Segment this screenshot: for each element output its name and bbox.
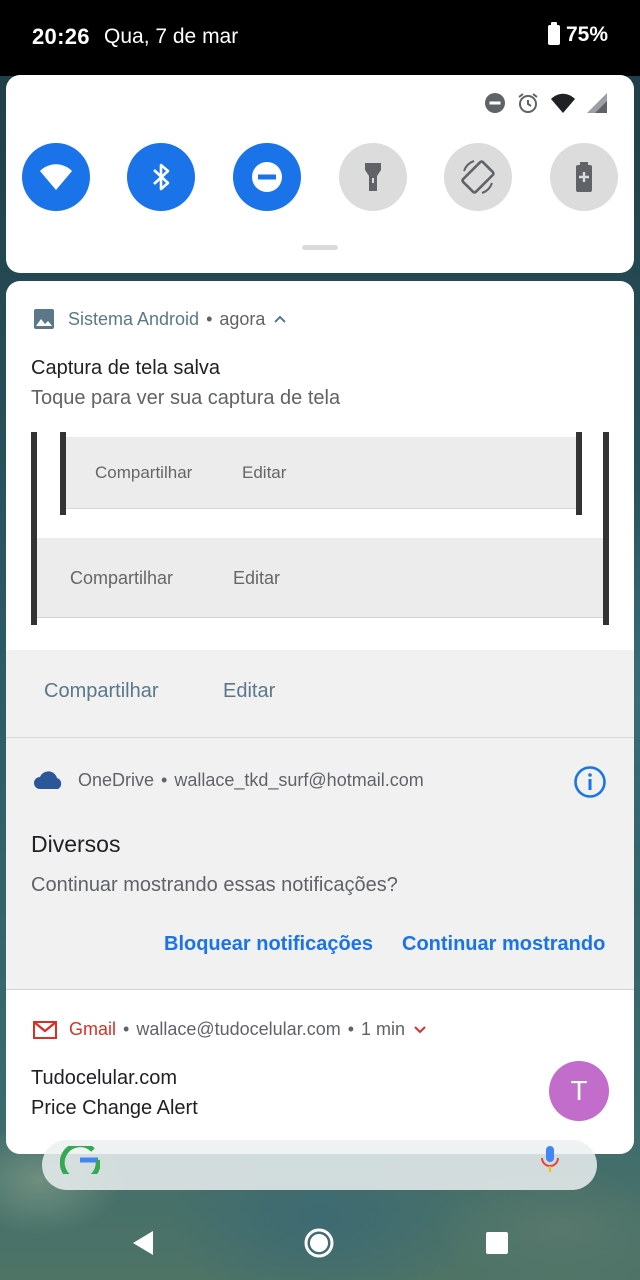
back-button[interactable] <box>125 1225 161 1261</box>
home-icon <box>304 1228 334 1258</box>
app-name: Gmail <box>69 1019 117 1039</box>
wifi-icon <box>40 164 72 190</box>
flashlight-icon <box>365 163 381 191</box>
gmail-app-row: Gmail • wallace@tudocelular.com • 1 min <box>33 1019 427 1040</box>
auto-rotate-icon <box>461 160 495 194</box>
account-email: wallace_tkd_surf@hotmail.com <box>174 769 424 790</box>
separator: • <box>161 769 168 790</box>
recents-icon <box>486 1232 508 1254</box>
quick-settings-tiles <box>22 143 622 211</box>
battery-icon <box>547 22 560 45</box>
status-bar: 20:26 Qua, 7 de mar 75% <box>0 0 640 76</box>
chevron-up-icon[interactable] <box>273 314 287 324</box>
google-logo-icon <box>60 1146 100 1174</box>
preview-outer-edit: Editar <box>233 568 281 588</box>
cell-signal-icon <box>587 93 607 113</box>
do-not-disturb-icon <box>252 162 282 192</box>
timestamp: agora <box>219 308 266 329</box>
app-name: Sistema Android <box>68 308 200 329</box>
qs-status-icons <box>484 91 608 115</box>
onedrive-cloud-icon <box>34 771 62 789</box>
screenshot-actions: Compartilhar Editar <box>6 650 634 738</box>
app-name: OneDrive <box>78 769 155 790</box>
notification-title: Captura de tela salva <box>31 357 221 379</box>
flashlight-tile[interactable] <box>339 143 407 211</box>
notification-title: Diversos <box>31 831 121 857</box>
navigation-bar <box>0 1200 640 1280</box>
screenshot-preview[interactable]: Compartilhar Editar Compartilhar Editar <box>31 432 609 625</box>
onedrive-app-row: OneDrive • wallace_tkd_surf@hotmail.com <box>32 769 424 791</box>
share-button[interactable]: Compartilhar <box>44 680 158 703</box>
info-icon[interactable] <box>573 765 607 799</box>
image-icon <box>34 309 54 329</box>
separator: • <box>206 308 213 329</box>
microphone-icon <box>541 1146 559 1172</box>
preview-border-right <box>603 432 609 625</box>
timestamp: 1 min <box>361 1019 406 1039</box>
do-not-disturb-tile[interactable] <box>233 143 301 211</box>
preview-inner-share: Compartilhar <box>95 463 193 482</box>
gmail-icon <box>33 1020 57 1039</box>
screenshot-app-row: Sistema Android • agora <box>33 308 287 330</box>
avatar: T <box>549 1061 609 1121</box>
back-icon <box>133 1231 153 1255</box>
block-notifications-button[interactable]: Bloquear notificações <box>164 933 373 956</box>
notification-panel: Sistema Android • agora Captura de tela … <box>6 281 634 1154</box>
preview-inner-edit: Editar <box>242 463 287 482</box>
battery-saver-tile[interactable] <box>550 143 618 211</box>
recents-button[interactable] <box>479 1225 515 1261</box>
separator: • <box>347 1019 355 1039</box>
notification-text: Price Change Alert <box>31 1097 198 1119</box>
gmail-notification[interactable]: Gmail • wallace@tudocelular.com • 1 min … <box>6 990 634 1154</box>
bluetooth-tile[interactable] <box>127 143 195 211</box>
account-email: wallace@tudocelular.com <box>136 1019 341 1039</box>
preview-inner-actions: Compartilhar Editar <box>66 437 576 509</box>
wifi-tile[interactable] <box>22 143 90 211</box>
separator: • <box>123 1019 130 1039</box>
bluetooth-icon <box>153 163 170 191</box>
edit-button[interactable]: Editar <box>223 680 275 703</box>
preview-outer-share: Compartilhar <box>70 568 174 588</box>
onedrive-notification[interactable]: OneDrive • wallace_tkd_surf@hotmail.com … <box>6 738 634 990</box>
preview-inner-border-right <box>576 432 582 515</box>
clock: 20:26 <box>32 24 90 49</box>
alarm-icon <box>518 93 538 113</box>
do-not-disturb-icon <box>485 93 505 113</box>
drag-handle[interactable] <box>302 245 338 250</box>
preview-outer-actions: Compartilhar Editar <box>37 538 603 618</box>
home-search-bar[interactable] <box>42 1140 597 1190</box>
notification-text: Toque para ver sua captura de tela <box>31 387 341 409</box>
wifi-signal-icon <box>551 93 575 113</box>
battery-saver-icon <box>576 162 592 192</box>
quick-settings-panel <box>6 75 634 273</box>
notification-text: Continuar mostrando essas notificações? <box>31 874 398 896</box>
home-button[interactable] <box>301 1225 337 1261</box>
battery-percent: 75% <box>565 23 608 46</box>
battery-indicator: 75% <box>547 22 608 47</box>
notification-title: Tudocelular.com <box>31 1067 177 1089</box>
chevron-down-icon[interactable] <box>413 1025 427 1035</box>
date: Qua, 7 de mar <box>104 25 239 48</box>
auto-rotate-tile[interactable] <box>444 143 512 211</box>
keep-showing-button[interactable]: Continuar mostrando <box>402 933 605 956</box>
